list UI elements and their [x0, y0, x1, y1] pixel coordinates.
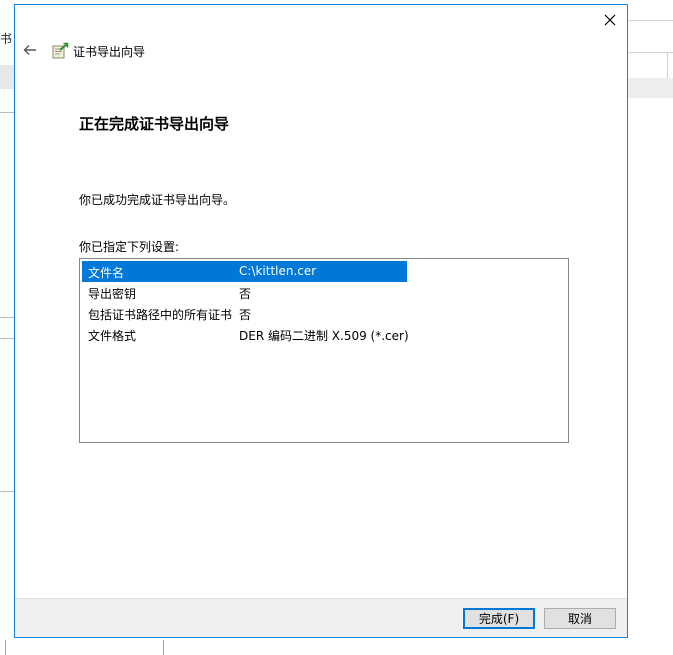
settings-row[interactable]: 包括证书路径中的所有证书 否	[82, 303, 407, 324]
close-icon	[604, 14, 616, 26]
settings-label: 你已指定下列设置:	[79, 240, 180, 254]
close-button[interactable]	[597, 9, 623, 31]
finish-button[interactable]: 完成(F)	[463, 608, 535, 629]
wizard-title: 证书导出向导	[73, 45, 146, 59]
dialog-footer: 完成(F) 取消	[15, 598, 627, 637]
settings-row[interactable]: 导出密钥 否	[82, 282, 407, 303]
completion-message: 你已成功完成证书导出向导。	[79, 193, 236, 207]
page-heading: 正在完成证书导出向导	[79, 115, 230, 133]
background-divider	[0, 338, 14, 339]
screen: 书 证书导出向导 正在完成证书导出向导 你已成功完成证书导出向导。 你已指定下列…	[0, 0, 673, 655]
setting-value: 否	[239, 287, 252, 301]
back-arrow-icon	[21, 44, 39, 63]
background-divider	[667, 52, 668, 78]
background-window-left	[0, 0, 14, 655]
background-divider	[628, 20, 673, 21]
background-divider	[0, 491, 14, 492]
back-button[interactable]	[21, 41, 39, 59]
settings-row[interactable]: 文件名 C:\kittlen.cer	[82, 261, 407, 282]
background-divider	[163, 640, 164, 655]
background-window-title-fragment: 书	[0, 32, 13, 46]
settings-row[interactable]: 文件格式 DER 编码二进制 X.509 (*.cer)	[82, 324, 409, 345]
certificate-export-wizard-dialog: 证书导出向导 正在完成证书导出向导 你已成功完成证书导出向导。 你已指定下列设置…	[14, 4, 628, 638]
setting-value: 否	[239, 308, 252, 322]
background-window-toolbar	[0, 65, 14, 89]
background-window-right	[628, 0, 673, 655]
wizard-navigation: 证书导出向导	[15, 37, 627, 65]
setting-name: 文件名	[88, 266, 125, 280]
setting-name: 文件格式	[88, 329, 137, 343]
background-divider	[0, 112, 14, 113]
background-divider	[0, 317, 14, 318]
setting-name: 包括证书路径中的所有证书	[88, 308, 233, 322]
background-divider	[5, 640, 6, 655]
certificate-wizard-icon	[51, 42, 69, 60]
cancel-button[interactable]: 取消	[544, 608, 616, 629]
background-window-header	[628, 78, 673, 98]
setting-value: DER 编码二进制 X.509 (*.cer)	[239, 329, 409, 343]
setting-value: C:\kittlen.cer	[239, 264, 317, 278]
setting-name: 导出密钥	[88, 287, 137, 301]
settings-list[interactable]: 文件名 C:\kittlen.cer 导出密钥 否 包括证书路径中的所有证书 否…	[79, 258, 569, 443]
